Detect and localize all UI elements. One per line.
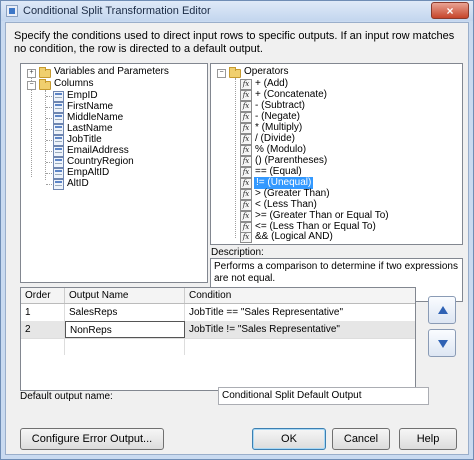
description-label: Description: xyxy=(211,247,264,258)
table-row[interactable]: 1 SalesReps JobTitle == "Sales Represent… xyxy=(21,304,415,322)
default-output-input[interactable]: Conditional Split Default Output xyxy=(218,387,429,405)
move-down-button[interactable] xyxy=(428,329,456,357)
cell-order[interactable] xyxy=(21,338,65,355)
conditions-grid[interactable]: Order Output Name Condition 1 SalesReps … xyxy=(20,287,416,391)
function-icon: fx xyxy=(240,123,252,134)
folder-icon xyxy=(39,67,51,78)
header-condition[interactable]: Condition xyxy=(185,288,415,303)
function-icon: fx xyxy=(240,79,252,90)
operator-label: && (Logical AND) xyxy=(255,231,333,242)
tree-guide xyxy=(235,78,236,238)
arrow-up-icon xyxy=(438,306,448,314)
title-bar[interactable]: Conditional Split Transformation Editor … xyxy=(1,1,473,21)
operators-tree-panel[interactable]: − Operators fx + (Add) fx + (Concatenate) … xyxy=(210,63,463,245)
columns-tree-panel[interactable]: + Variables and Parameters − Columns Emp… xyxy=(20,63,208,283)
folder-icon xyxy=(39,79,51,90)
editor-window: Conditional Split Transformation Editor … xyxy=(0,0,474,460)
arrow-down-icon xyxy=(438,340,448,348)
table-row[interactable]: 2 NonReps JobTitle != "Sales Representat… xyxy=(21,321,415,339)
function-icon: fx xyxy=(240,101,252,112)
function-icon: fx xyxy=(240,232,252,243)
column-icon xyxy=(53,135,64,146)
function-icon: fx xyxy=(240,134,252,145)
window-title: Conditional Split Transformation Editor xyxy=(23,5,211,17)
tree-label: Columns xyxy=(54,78,94,89)
column-icon xyxy=(53,91,64,102)
expand-icon[interactable]: + xyxy=(27,69,36,78)
cell-order[interactable]: 1 xyxy=(21,304,65,321)
collapse-icon[interactable]: − xyxy=(217,69,226,78)
column-icon xyxy=(53,168,64,179)
column-label: AltID xyxy=(67,178,89,189)
function-icon: fx xyxy=(240,167,252,178)
function-icon: fx xyxy=(240,211,252,222)
column-icon xyxy=(53,113,64,124)
default-output-label: Default output name: xyxy=(20,391,113,402)
table-row-empty[interactable] xyxy=(21,338,415,355)
column-icon xyxy=(53,157,64,168)
cell-output-name-editing[interactable]: NonReps xyxy=(65,321,185,338)
cell-condition[interactable]: JobTitle == "Sales Representative" xyxy=(185,304,415,321)
tree-label: Variables and Parameters xyxy=(54,66,169,77)
function-icon: fx xyxy=(240,189,252,200)
close-button[interactable]: × xyxy=(431,2,469,19)
cancel-button[interactable]: Cancel xyxy=(332,428,390,450)
cell-order[interactable]: 2 xyxy=(21,321,65,338)
configure-error-output-button[interactable]: Configure Error Output... xyxy=(20,428,164,450)
tree-label: Operators xyxy=(244,66,289,77)
cell-condition[interactable]: JobTitle != "Sales Representative" xyxy=(185,321,415,338)
cell-output-name[interactable]: SalesReps xyxy=(65,304,185,321)
column-icon xyxy=(53,124,64,135)
header-output-name[interactable]: Output Name xyxy=(65,288,185,303)
collapse-icon[interactable]: − xyxy=(27,81,36,90)
ok-button[interactable]: OK xyxy=(252,428,326,450)
function-icon: fx xyxy=(240,112,252,123)
folder-icon xyxy=(229,67,241,78)
instructions-text: Specify the conditions used to direct in… xyxy=(14,30,455,55)
function-icon: fx xyxy=(240,90,252,101)
help-button[interactable]: Help xyxy=(399,428,457,450)
dialog-client-area: Specify the conditions used to direct in… xyxy=(5,22,469,455)
tree-guide xyxy=(45,90,46,180)
window-icon xyxy=(6,5,18,17)
function-icon: fx xyxy=(240,145,252,156)
column-icon xyxy=(53,102,64,113)
cell-output-name[interactable] xyxy=(65,338,185,355)
header-order[interactable]: Order xyxy=(21,288,65,303)
function-icon: fx xyxy=(240,156,252,167)
column-icon xyxy=(53,179,64,190)
column-icon xyxy=(53,146,64,157)
grid-header: Order Output Name Condition xyxy=(21,288,415,304)
move-up-button[interactable] xyxy=(428,296,456,324)
function-icon: fx xyxy=(240,200,252,211)
function-icon: fx xyxy=(240,178,252,189)
